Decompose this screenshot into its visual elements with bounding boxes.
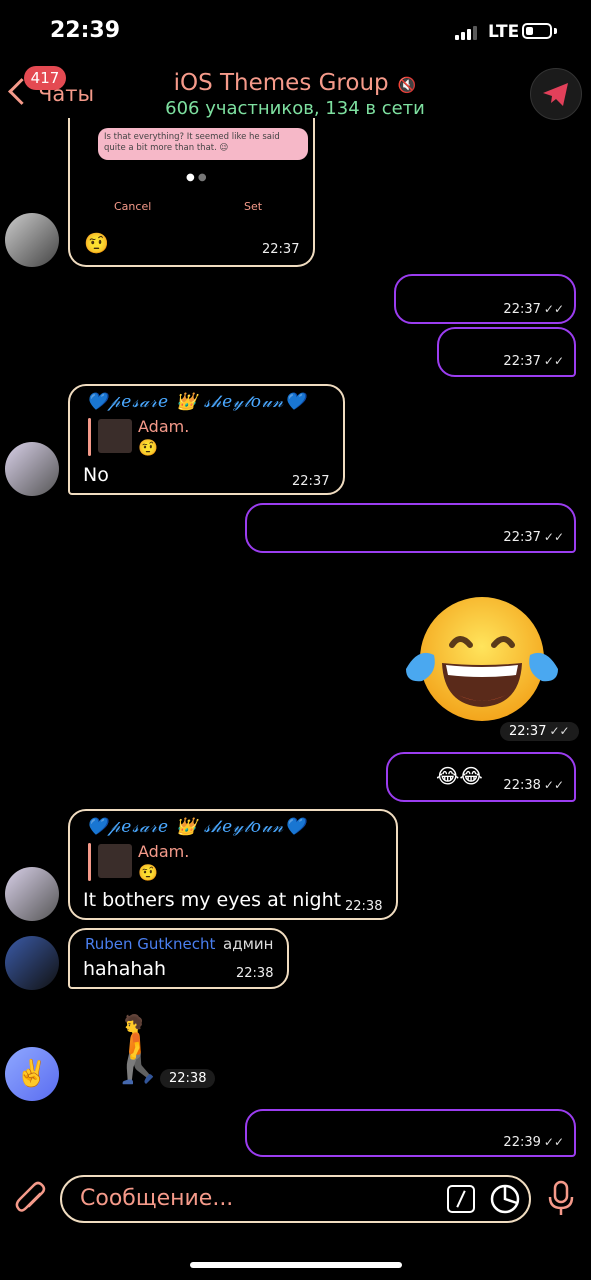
reply-thumbnail — [98, 419, 132, 453]
message-meta: 22:37 ✓✓ — [503, 526, 564, 545]
message-text: No — [83, 464, 109, 486]
read-check-icon: ✓✓ — [543, 354, 564, 368]
message-bubble[interactable]: 22:37 ✓✓ — [245, 503, 576, 553]
screenshot-preview: Is that everything? It seemed like he sa… — [98, 128, 308, 160]
battery-icon — [522, 23, 552, 39]
message-bubble[interactable]: Is that everything? It seemed like he sa… — [68, 118, 315, 267]
battery-cap — [554, 28, 557, 34]
message-bubble[interactable]: 😂😂 22:38 ✓✓ — [386, 752, 576, 802]
avatar[interactable] — [5, 936, 59, 990]
microphone-icon[interactable] — [546, 1180, 576, 1222]
reply-name: Adam. — [138, 417, 190, 436]
avatar[interactable] — [5, 867, 59, 921]
screenshot-text: Is that everything? It seemed like he sa… — [104, 132, 280, 153]
message-time: 22:38 — [345, 899, 383, 914]
message-meta: 22:38 ✓✓ — [503, 774, 564, 793]
message-bubble[interactable]: 22:39 ✓✓ — [245, 1109, 576, 1157]
message-placeholder: Сообщение... — [80, 1186, 234, 1211]
read-check-icon: ✓✓ — [543, 1135, 564, 1149]
message-time: 22:37 — [292, 474, 330, 489]
telegram-logo-icon — [543, 83, 568, 106]
message-text: hahahah — [83, 958, 167, 980]
reply-name: Adam. — [138, 842, 190, 861]
message-bubble[interactable]: Ruben Gutknecht админ hahahah 22:38 — [68, 928, 289, 989]
read-check-icon: ✓✓ — [543, 530, 564, 544]
unread-badge: 417 — [24, 66, 66, 90]
message-time: 22:37 — [262, 242, 300, 257]
reply-emoji: 🤨 — [138, 438, 158, 457]
message-meta: 22:37 ✓✓ — [500, 722, 579, 741]
network-label: LTE — [488, 22, 520, 42]
message-bubble[interactable]: 22:37 ✓✓ — [394, 274, 576, 324]
avatar[interactable] — [5, 213, 59, 267]
page-dots: ● ● — [186, 172, 207, 183]
read-check-icon: ✓✓ — [543, 778, 564, 792]
admin-role: админ — [223, 935, 274, 953]
status-time: 22:39 — [50, 18, 121, 43]
sender-name[interactable]: 💙𝓅𝑒𝓈𝒶𝓇𝑒 👑 𝓈𝒽𝑒𝓎𝓉𝑜𝓊𝓃💙 — [86, 817, 306, 837]
read-check-icon: ✓✓ — [543, 302, 564, 316]
chat-title: iOS Themes Group — [173, 70, 389, 96]
emoji: 🤨 — [84, 231, 109, 255]
laughing-emoji-sticker[interactable] — [402, 595, 562, 725]
message-meta: 22:37 ✓✓ — [503, 298, 564, 317]
cancel-label: Cancel — [114, 200, 152, 213]
message-bubble[interactable]: 22:37 ✓✓ — [437, 327, 576, 377]
signal-icon — [455, 26, 481, 40]
message-text: It bothers my eyes at night — [83, 889, 342, 911]
message-bubble[interactable]: 💙𝓅𝑒𝓈𝒶𝓇𝑒 👑 𝓈𝒽𝑒𝓎𝓉𝑜𝓊𝓃💙 Adam. 🤨 It bothers m… — [68, 809, 398, 920]
reply-emoji: 🤨 — [138, 863, 158, 882]
message-time: 22:39 — [503, 1135, 541, 1150]
message-time: 22:38 — [503, 778, 541, 793]
home-indicator — [190, 1262, 402, 1268]
mute-icon: 🔇 — [397, 76, 417, 94]
message-time: 22:37 — [503, 530, 541, 545]
message-time: 22:37 — [509, 724, 547, 739]
message-meta: 22:37 ✓✓ — [503, 350, 564, 369]
chat-title-area[interactable]: iOS Themes Group 🔇 — [150, 70, 440, 96]
avatar[interactable] — [5, 442, 59, 496]
message-time: 22:38 — [236, 966, 274, 981]
group-avatar[interactable] — [530, 68, 582, 120]
message-meta: 22:39 ✓✓ — [503, 1131, 564, 1150]
message-bubble[interactable]: 💙𝓅𝑒𝓈𝒶𝓇𝑒 👑 𝓈𝒽𝑒𝓎𝓉𝑜𝓊𝓃💙 Adam. 🤨 No 22:37 — [68, 384, 345, 495]
attach-icon[interactable] — [14, 1180, 48, 1222]
message-time: 22:38 — [169, 1071, 207, 1086]
set-label: Set — [244, 200, 263, 213]
sender-name[interactable]: 💙𝓅𝑒𝓈𝒶𝓇𝑒 👑 𝓈𝒽𝑒𝓎𝓉𝑜𝓊𝓃💙 — [86, 392, 306, 412]
chat-subtitle: 606 участников, 134 в сети — [165, 98, 425, 119]
reply-line — [88, 418, 91, 456]
sender-name[interactable]: Ruben Gutknecht — [85, 935, 215, 953]
message-text: 😂😂 — [436, 764, 483, 788]
reply-thumbnail — [98, 844, 132, 878]
message-meta: 22:38 — [160, 1069, 216, 1088]
bot-commands-icon[interactable] — [447, 1185, 475, 1213]
reply-line — [88, 843, 91, 881]
message-time: 22:37 — [503, 354, 541, 369]
message-time: 22:37 — [503, 302, 541, 317]
read-check-icon: ✓✓ — [549, 724, 570, 738]
avatar[interactable]: ✌️ — [5, 1047, 59, 1101]
sticker-icon[interactable] — [489, 1183, 521, 1219]
